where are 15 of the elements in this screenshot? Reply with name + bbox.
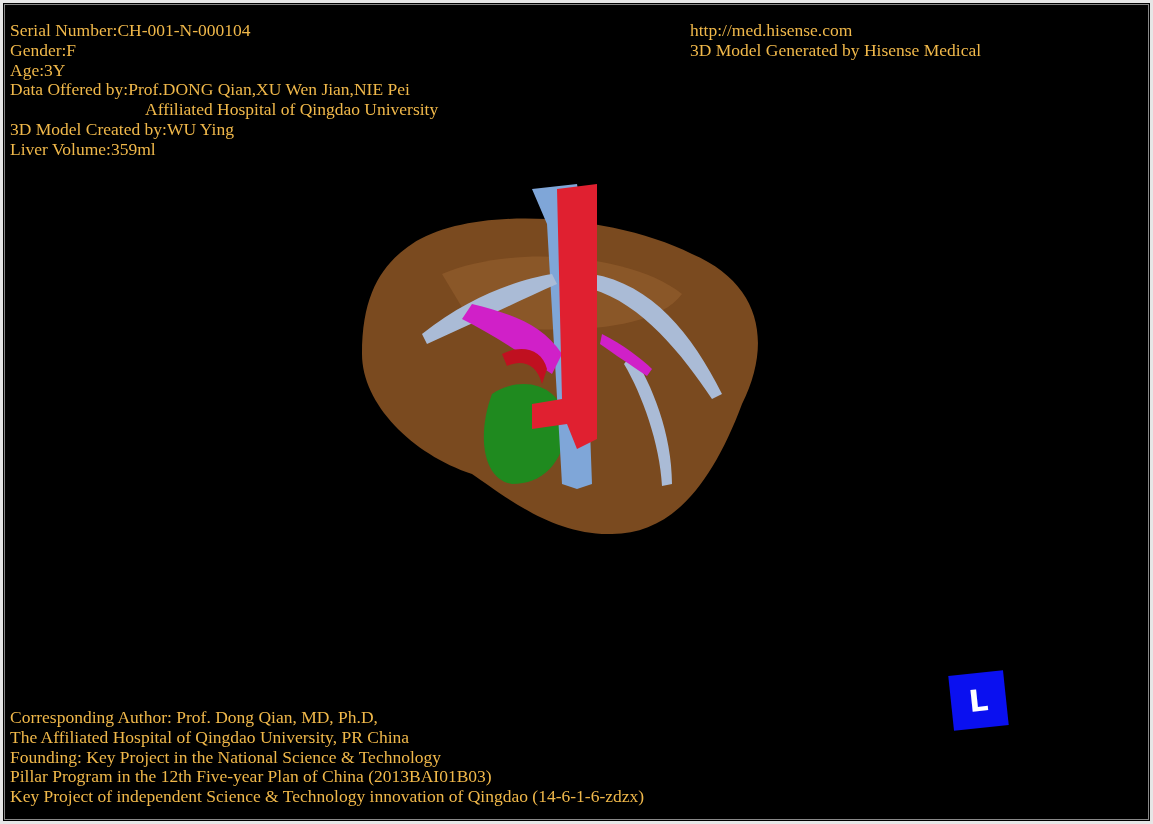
info-text: Gender:F [10, 40, 78, 61]
orientation-marker: L [948, 670, 1009, 731]
info-text: Pillar Program in the 12th Five-year Plan of China (2013BAI01B03) [10, 767, 493, 788]
info-text: Corresponding Author: Prof. Dong Qian, MD, Ph.D, [10, 708, 379, 728]
info-text: Age:3Y [10, 60, 67, 81]
info-text: Founding: Key Project in the National Science & Technology [10, 747, 442, 768]
info-text: Key Project of independent Science & Technology innovation of Qingdao (14-6-1-6-zdzx) [10, 787, 646, 807]
info-text: http://med.hisense.com [690, 21, 854, 41]
info-text: Serial Number:CH-001-N-000104 [10, 21, 252, 41]
info-text: Liver Volume:359ml [10, 139, 156, 160]
info-text: 3D Model Generated by Hisense Medical [690, 40, 982, 61]
info-text: Affiliated Hospital of Qingdao University [144, 100, 440, 120]
info-text: Data Offered by:Prof.DONG Qian,XU Wen Jian,NIE Pei [10, 80, 411, 101]
info-text: The Affiliated Hospital of Qingdao University, PR China [10, 727, 411, 748]
info-text: 3D Model Created by:WU Ying [10, 120, 235, 140]
